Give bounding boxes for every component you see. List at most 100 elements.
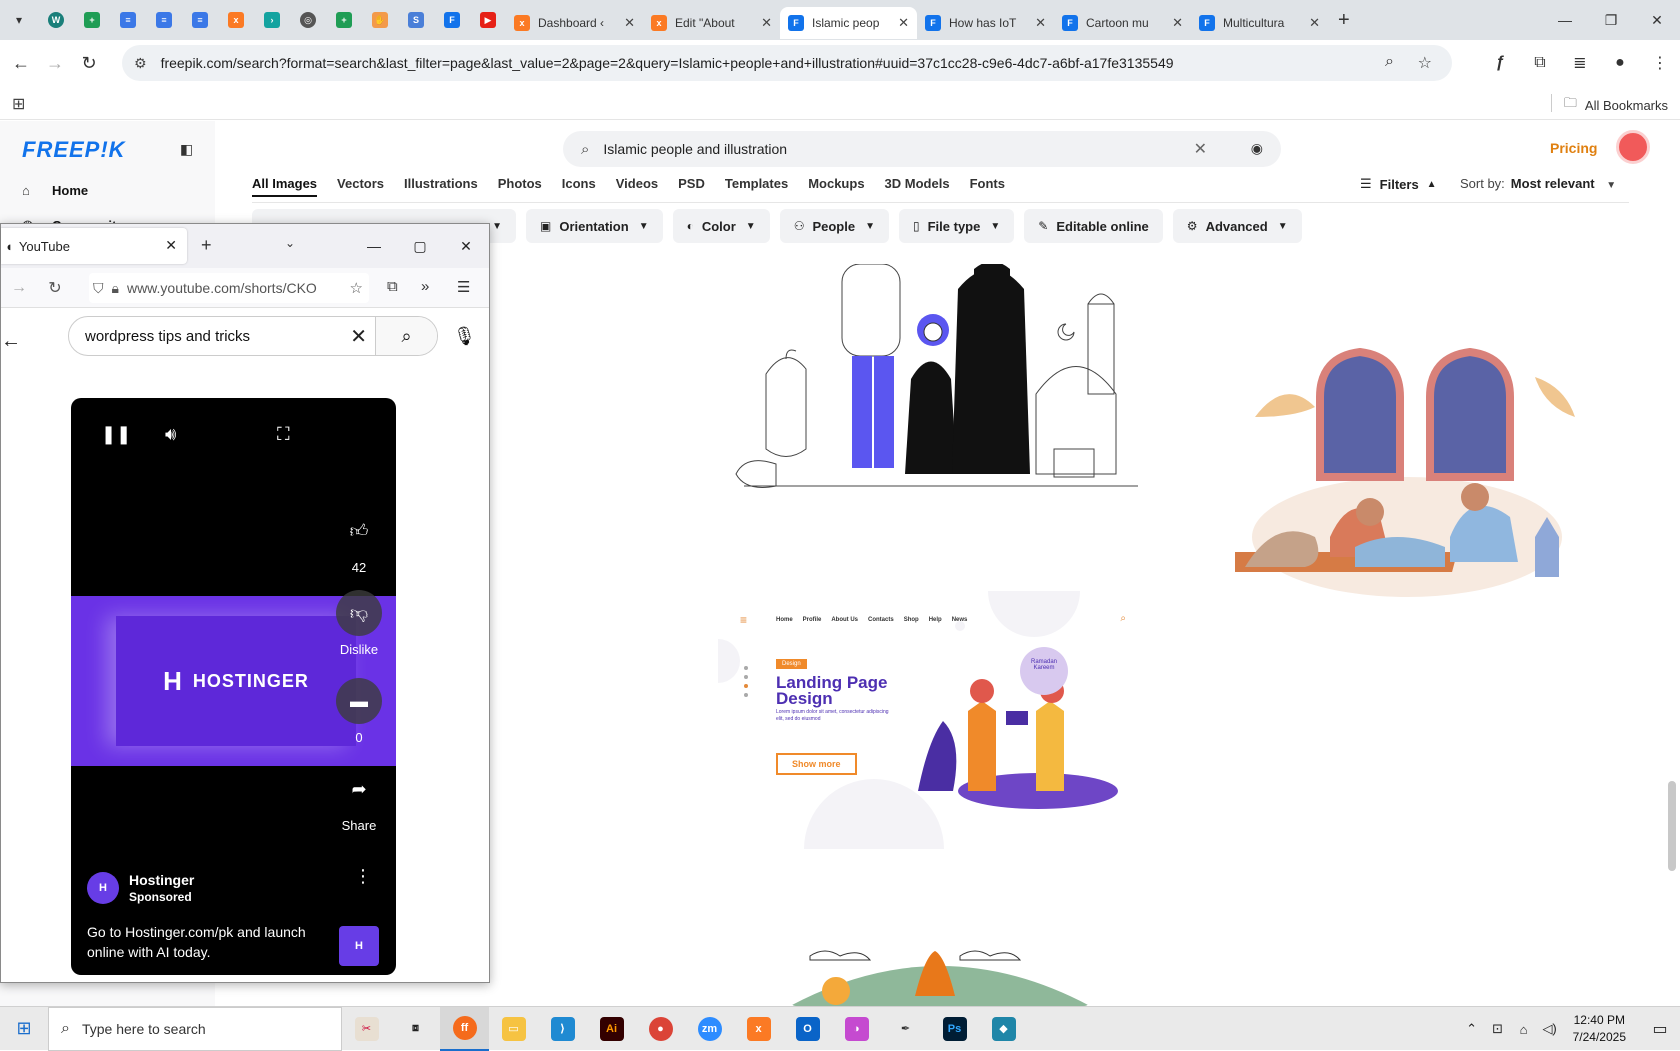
result-image-landing-page[interactable]: ≡ Home Profile About Us Contacts Shop He… [718,591,1148,849]
tab-photos[interactable]: Photos [498,176,542,197]
close-window-button[interactable]: ✕ [1634,0,1680,40]
taskbar-app-vscode[interactable]: ⟩ [538,1007,587,1051]
extensions-puzzle-icon[interactable]: ⧉ [1520,46,1560,80]
zoom-icon[interactable]: ⌕ [1385,53,1394,71]
filters-button[interactable]: ☰ Filters ▲ [1360,176,1437,192]
close-icon[interactable]: ✕ [1309,15,1320,31]
pinned-tab[interactable]: ≡ [113,5,143,35]
tab-search-button[interactable]: ▾ [6,7,32,33]
hostinger-cta-button[interactable]: H [339,926,379,966]
chip-editable-online[interactable]: ✎ Editable online [1024,209,1163,243]
list-tabs-icon[interactable]: ⌄ [285,236,295,250]
taskbar-app-illustrator[interactable]: Ai [587,1007,636,1051]
taskbar-app-pen[interactable]: ✒ [881,1007,930,1051]
taskbar-app-outlook[interactable]: O [783,1007,832,1051]
pricing-link[interactable]: Pricing [1550,140,1597,156]
wifi-icon[interactable]: ⌂ [1513,1022,1535,1037]
close-icon[interactable]: ✕ [898,15,909,31]
tab-templates[interactable]: Templates [725,176,788,197]
close-icon[interactable]: ✕ [761,15,772,31]
taskbar-app-chrome[interactable]: ● [636,1007,685,1051]
taskbar-app-xampp[interactable]: x [734,1007,783,1051]
windows-start-icon[interactable]: ⊞ [0,1007,48,1051]
volume-icon[interactable]: ◁) [1539,1021,1561,1037]
menu-icon[interactable]: ⋮ [1640,46,1680,80]
clear-search-icon[interactable]: ✕ [1194,139,1207,159]
taskbar-search[interactable]: ⌕ Type here to search [48,1006,342,1051]
clear-search-icon[interactable]: ✕ [350,324,367,349]
network-icon[interactable]: ⊡ [1487,1021,1509,1037]
close-tab-icon[interactable]: ✕ [165,237,177,254]
chip-advanced[interactable]: ⚙ Advanced ▼ [1172,209,1302,243]
tab-videos[interactable]: Videos [616,176,658,197]
tab-icons[interactable]: Icons [562,176,596,197]
sidebar-item-home[interactable]: ⌂ Home [22,183,88,198]
share-button[interactable]: ➦ Share [335,766,383,834]
minimize-button[interactable]: — [1542,0,1588,40]
fullscreen-icon[interactable]: ⛶ [277,424,290,445]
restore-button[interactable]: ❐ [1588,0,1634,40]
browser-tab[interactable]: x Dashboard ‹ ✕ [506,7,643,39]
close-icon[interactable]: ✕ [624,15,635,31]
tab-vectors[interactable]: Vectors [337,176,384,197]
taskbar-app-tools[interactable]: ✂ [342,1007,391,1051]
hamburger-icon[interactable]: ≡ [740,613,747,627]
taskbar-app-explorer[interactable]: ▭ [489,1007,538,1051]
media-icon[interactable]: ≣ [1560,46,1600,80]
maximize-button[interactable]: ▢ [397,224,443,268]
tab-illustrations[interactable]: Illustrations [404,176,478,197]
minimize-button[interactable]: — [351,224,397,268]
taskbar-app-photoshop[interactable]: Ps [930,1007,979,1051]
taskbar-app-zoom[interactable]: zm [685,1007,734,1051]
tab-all-images[interactable]: All Images [252,176,318,197]
search-input[interactable]: Islamic people and illustration [603,141,787,157]
address-bar[interactable]: ⚙ freepik.com/search?format=search&last_… [122,45,1452,81]
sort-dropdown[interactable]: Sort by: Most relevant ▼ [1460,176,1616,191]
extension-icon[interactable]: ƒ [1480,46,1520,80]
chip-file-type[interactable]: ▯ File type ▼ [899,209,1015,243]
pinned-tab[interactable]: W [41,5,71,35]
pause-icon[interactable]: ❚❚ [101,424,131,445]
pinned-tab[interactable]: S [401,5,431,35]
chip-orientation[interactable]: ▣ Orientation ▼ [526,209,663,243]
new-tab-button[interactable]: + [1338,9,1350,32]
pinned-tab[interactable]: + [329,5,359,35]
like-button[interactable]: 👍︎ 42 [335,508,383,575]
volume-icon[interactable]: 🔊︎ [165,424,176,445]
browser-tab-active[interactable]: F Islamic peop ✕ [780,7,917,39]
user-avatar[interactable] [1616,130,1650,164]
back-arrow-icon[interactable]: ← [1,330,21,353]
pinned-tab[interactable]: ≡ [149,5,179,35]
notification-icon[interactable]: ▭ [1640,1019,1680,1039]
pinned-tab[interactable]: x [221,5,251,35]
youtube-search-box[interactable]: wordpress tips and tricks ✕ ⌕ [68,316,438,356]
site-info-icon[interactable]: ⚙ [134,55,147,72]
pinned-tab[interactable]: › [257,5,287,35]
pinned-tab[interactable]: ◎ [293,5,323,35]
back-button[interactable]: ← [4,46,38,80]
bookmark-star-icon[interactable]: ☆ [1418,53,1432,73]
sidebar-toggle-icon[interactable]: ◧ [180,141,193,158]
result-image-men-praying[interactable] [1235,337,1580,607]
profile-avatar[interactable]: ● [1600,46,1640,80]
forward-button[interactable]: → [38,46,72,80]
browser-tab[interactable]: F Cartoon mu ✕ [1054,7,1191,39]
pinned-tab[interactable]: + [77,5,107,35]
chevron-up-icon[interactable]: ⌃ [1461,1021,1483,1037]
firefox-tab-youtube[interactable]: ◖ YouTube ✕ [1,228,187,264]
search-bar[interactable]: ⌕ Islamic people and illustration ✕ ◉ [563,131,1281,167]
tab-3d-models[interactable]: 3D Models [885,176,950,197]
extensions-icon[interactable]: ⧉ [387,278,398,295]
microphone-icon[interactable]: 🎙︎ [453,326,476,347]
tab-fonts[interactable]: Fonts [970,176,1005,197]
taskbar-app-diamond[interactable]: ◆ [979,1007,1028,1051]
youtube-short-player[interactable]: ❚❚ 🔊︎ ⛶ H HOSTINGER 👍︎ 42 👎︎ Dislike ▬ 0 [71,398,396,975]
chip-color[interactable]: ◐ Color ▼ [672,209,770,243]
forward-button[interactable]: → [1,279,37,297]
bookmark-star-icon[interactable]: ☆ [350,279,363,297]
taskbar-app-taskview[interactable]: ⧈ [391,1007,440,1051]
freepik-logo[interactable]: FREEP!K [22,137,126,163]
more-options-icon[interactable]: ⋮ [354,866,372,887]
taskbar-clock[interactable]: 12:40 PM 7/24/2025 [1573,1012,1626,1046]
page-scrollbar[interactable] [1668,781,1676,871]
